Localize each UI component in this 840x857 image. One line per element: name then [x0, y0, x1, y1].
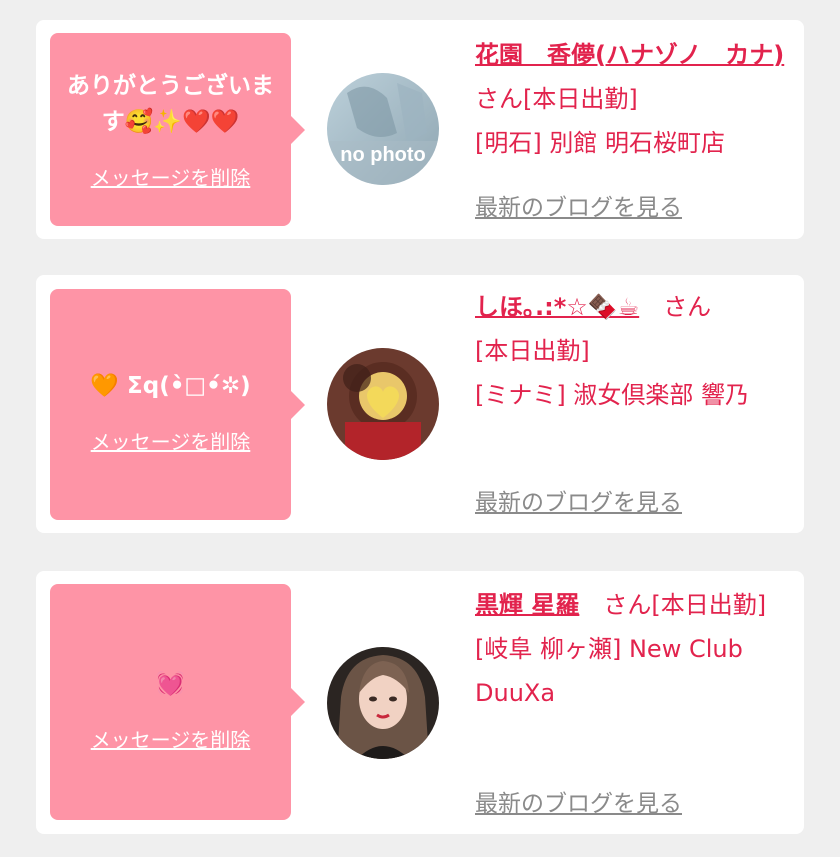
message-bubble: 💓 メッセージを削除 [50, 584, 305, 820]
member-info: しほ｡.:*☆🍫☕ さん [本日出勤] [ミナミ] 淑女倶楽部 響乃 [475, 285, 785, 417]
delete-message-link[interactable]: メッセージを削除 [91, 426, 251, 455]
member-name-link[interactable]: 花園 香儚(ハナゾノ カナ) [475, 41, 784, 69]
shop-name: [ミナミ] 淑女倶楽部 響乃 [475, 381, 749, 409]
message-card: 💓 メッセージを削除 黒輝 星羅 さん[本日出勤] [岐阜 柳ヶ瀬] New C… [36, 571, 804, 834]
message-text: ありがとうございます🥰✨❤️❤️ [67, 73, 274, 135]
honorific: さん [603, 591, 652, 619]
message-text: 🧡 Σq(•̀□•́✲) [90, 373, 251, 399]
message-bubble: 🧡 Σq(•̀□•́✲) メッセージを削除 [50, 289, 305, 520]
delete-message-link[interactable]: メッセージを削除 [91, 162, 251, 191]
member-photo-image [327, 647, 439, 759]
honorific: さん [663, 293, 712, 321]
member-name-link[interactable]: 黒輝 星羅 [475, 591, 579, 619]
message-text: 💓 [156, 670, 185, 697]
attendance-status: [本日出勤] [651, 591, 767, 619]
message-card: 🧡 Σq(•̀□•́✲) メッセージを削除 しほ｡.:*☆🍫☕ さん [本日出勤… [36, 275, 804, 533]
member-info: 花園 香儚(ハナゾノ カナ) さん[本日出勤] [明石] 別館 明石桜町店 [475, 33, 785, 165]
message-bubble: ありがとうございます🥰✨❤️❤️ メッセージを削除 [50, 33, 305, 226]
member-info: 黒輝 星羅 さん[本日出勤] [岐阜 柳ヶ瀬] New Club DuuXa [475, 583, 785, 715]
member-name-link[interactable]: しほ｡.:*☆🍫☕ [475, 293, 639, 321]
no-photo-label: no photo [340, 144, 426, 166]
avatar[interactable] [327, 647, 439, 759]
latest-blog-link[interactable]: 最新のブログを見る [475, 784, 682, 818]
honorific: さん [475, 85, 523, 113]
attendance-status: [本日出勤] [475, 337, 590, 365]
avatar[interactable] [327, 348, 439, 460]
latest-blog-link[interactable]: 最新のブログを見る [475, 483, 682, 517]
attendance-status: [本日出勤] [523, 85, 638, 113]
shop-name: [岐阜 柳ヶ瀬] New Club DuuXa [475, 635, 743, 707]
shop-name: [明石] 別館 明石桜町店 [475, 129, 725, 157]
no-photo-avatar-image: no photo [327, 73, 439, 185]
member-photo-image [327, 348, 439, 460]
latest-blog-link[interactable]: 最新のブログを見る [475, 188, 682, 222]
avatar[interactable]: no photo [327, 73, 439, 185]
delete-message-link[interactable]: メッセージを削除 [91, 724, 251, 753]
message-card: ありがとうございます🥰✨❤️❤️ メッセージを削除 no photo 花園 香儚… [36, 20, 804, 239]
